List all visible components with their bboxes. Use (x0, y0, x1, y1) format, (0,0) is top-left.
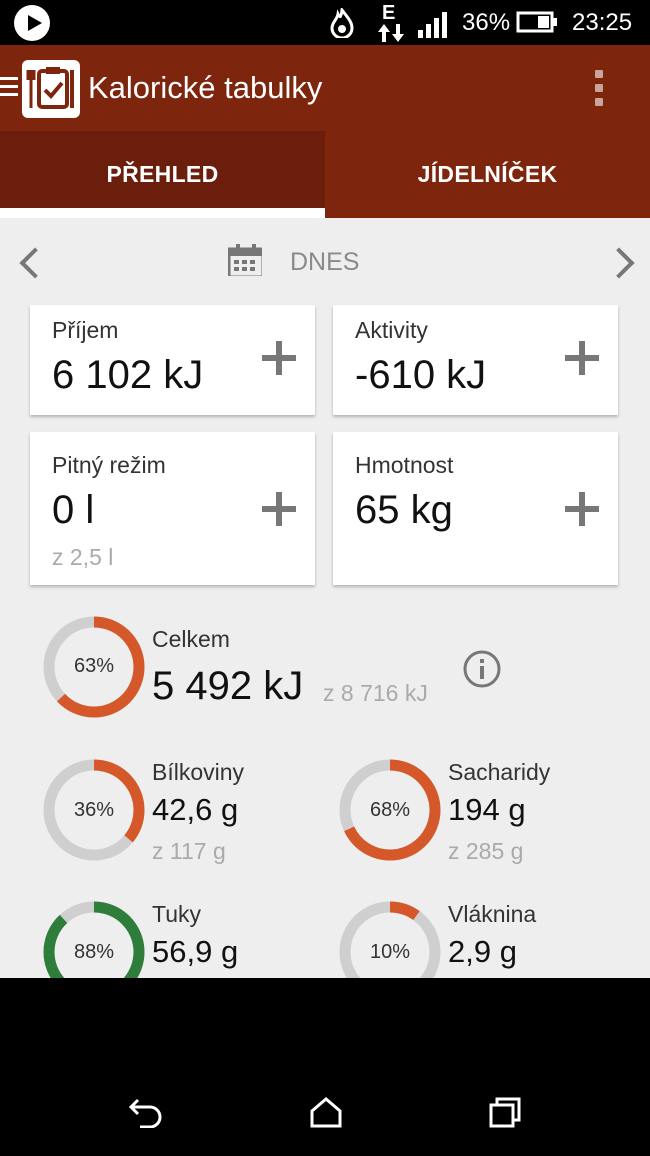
data-transfer-icon (378, 24, 404, 42)
fat-progress-ring (43, 901, 145, 978)
add-activity-plus-icon[interactable] (565, 341, 599, 375)
app-title: Kalorické tabulky (88, 70, 323, 105)
weight-label: Hmotnost (355, 452, 454, 478)
add-weight-plus-icon[interactable] (565, 492, 599, 526)
play-store-icon (14, 5, 50, 41)
carbs-value: 194 g (448, 792, 526, 827)
add-drink-plus-icon[interactable] (262, 492, 296, 526)
chevron-right-icon[interactable] (603, 247, 635, 279)
system-navigation-bar (0, 978, 650, 1156)
info-icon[interactable] (462, 649, 502, 689)
flame-notification-icon (330, 8, 354, 38)
drinking-card[interactable]: Pitný režim 0 l z 2,5 l (30, 432, 315, 585)
activities-value: -610 kJ (355, 353, 487, 397)
clock: 23:25 (572, 9, 633, 36)
battery-icon (516, 11, 557, 33)
protein-label: Bílkoviny (152, 759, 245, 785)
protein-percent: 36% (73, 799, 115, 821)
total-label: Celkem (152, 626, 230, 652)
selected-tab-indicator (0, 208, 325, 218)
fiber-progress-ring (339, 901, 441, 978)
total-value: 5 492 kJ (152, 664, 304, 708)
carbs-goal: z 285 g (448, 838, 524, 864)
fat-percent: 88% (73, 941, 115, 963)
home-icon[interactable] (309, 1096, 343, 1128)
status-bar: E 36% 23:25 (0, 0, 650, 45)
tab-jidelnicek-label: JÍDELNÍČEK (417, 161, 558, 187)
weight-card[interactable]: Hmotnost 65 kg (333, 432, 618, 585)
drinking-label: Pitný režim (52, 452, 166, 478)
signal-icon (418, 12, 447, 38)
overflow-menu-icon[interactable] (590, 70, 608, 110)
tab-prehled-label: PŘEHLED (106, 161, 219, 187)
app-logo[interactable] (22, 60, 80, 118)
recent-apps-icon[interactable] (488, 1096, 522, 1128)
tab-prehled[interactable]: PŘEHLED (0, 131, 325, 218)
fiber-label: Vláknina (448, 901, 537, 927)
weight-value: 65 kg (355, 488, 453, 532)
intake-value: 6 102 kJ (52, 353, 204, 397)
total-percent: 63% (73, 655, 115, 677)
battery-percent: 36% (462, 9, 511, 36)
overview-content: DNES Příjem 6 102 kJ Aktivity -610 kJ Pi… (0, 218, 650, 978)
cutlery-checklist-icon (26, 67, 74, 109)
date-label[interactable]: DNES (290, 248, 359, 277)
drinking-goal: z 2,5 l (52, 544, 114, 570)
activities-card[interactable]: Aktivity -610 kJ (333, 305, 618, 415)
activities-label: Aktivity (355, 317, 428, 343)
fat-value: 56,9 g (152, 934, 239, 969)
carbs-percent: 68% (369, 799, 411, 821)
protein-goal: z 117 g (152, 838, 226, 864)
date-navigation: DNES (0, 218, 650, 308)
protein-value: 42,6 g (152, 792, 239, 827)
chevron-left-icon[interactable] (19, 247, 51, 279)
tab-bar: PŘEHLED JÍDELNÍČEK (0, 131, 650, 218)
tab-jidelnicek[interactable]: JÍDELNÍČEK (325, 131, 650, 218)
back-icon[interactable] (128, 1096, 164, 1128)
total-goal: z 8 716 kJ (323, 680, 428, 706)
add-intake-plus-icon[interactable] (262, 341, 296, 375)
drinking-value: 0 l (52, 488, 95, 532)
drawer-menu-icon[interactable] (0, 72, 18, 102)
carbs-label: Sacharidy (448, 759, 551, 785)
network-type: E (382, 2, 396, 24)
intake-card[interactable]: Příjem 6 102 kJ (30, 305, 315, 415)
fiber-value: 2,9 g (448, 934, 517, 969)
fiber-percent: 10% (369, 941, 411, 963)
fat-label: Tuky (152, 901, 201, 927)
intake-label: Příjem (52, 317, 119, 343)
calendar-icon[interactable] (228, 244, 262, 276)
